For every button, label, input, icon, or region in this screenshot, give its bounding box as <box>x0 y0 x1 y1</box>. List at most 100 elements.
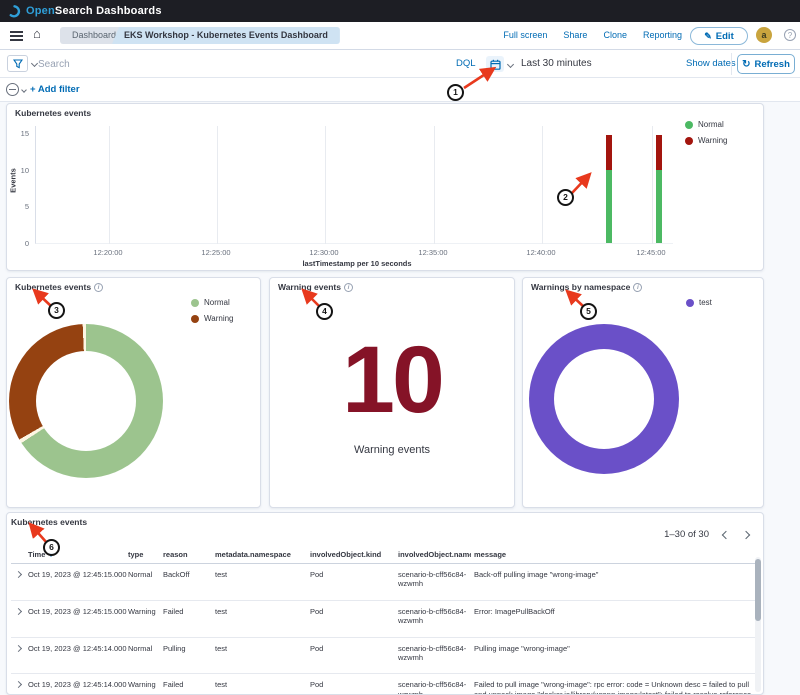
y-tick: 0 <box>13 239 29 248</box>
column-header-kind[interactable]: involvedObject.kind <box>307 547 395 564</box>
panel-warning-events-metric: Warning eventsi 10 Warning events <box>269 277 515 508</box>
saved-query-menu-button[interactable] <box>7 55 28 72</box>
table-row: Oct 19, 2023 @ 12:45:15.000 Warning Fail… <box>11 600 757 637</box>
info-icon[interactable]: i <box>344 283 353 292</box>
column-header-namespace[interactable]: metadata.namespace <box>212 547 307 564</box>
scrollbar-thumb[interactable] <box>755 559 761 621</box>
home-icon[interactable]: ⌂ <box>33 26 41 41</box>
bar-segment-warning <box>606 135 612 170</box>
legend-dot <box>685 121 693 129</box>
info-icon[interactable]: i <box>94 283 103 292</box>
x-tick: 12:25:00 <box>201 248 230 257</box>
calendar-glyph-icon <box>490 59 501 70</box>
nav-bar: ⌂ Dashboard EKS Workshop - Kubernetes Ev… <box>0 22 800 50</box>
chevron-down-icon[interactable] <box>507 61 514 68</box>
bar-segment-normal <box>606 170 612 243</box>
legend-dot <box>686 299 694 307</box>
legend-item-test[interactable]: test <box>686 298 712 307</box>
search-input[interactable] <box>38 54 438 74</box>
metric-label: Warning events <box>270 444 514 456</box>
filter-bar: + Add filter <box>0 78 800 102</box>
app-title: OpenSearch Dashboards <box>26 5 162 17</box>
table-header-row: Time type reason metadata.namespace invo… <box>11 547 757 564</box>
clone-link[interactable]: Clone <box>603 30 627 40</box>
gridline <box>217 126 218 244</box>
show-dates-link[interactable]: Show dates <box>686 58 736 69</box>
reporting-link[interactable]: Reporting <box>643 30 682 40</box>
column-header-name[interactable]: involvedObject.name <box>395 547 471 564</box>
legend-dot <box>191 299 199 307</box>
query-bar: DQL Last 30 minutes Show dates <box>0 50 800 78</box>
expand-row-icon[interactable] <box>15 681 22 688</box>
gridline <box>325 126 326 244</box>
legend-item-normal[interactable]: Normal <box>685 120 728 129</box>
bar-segment-normal <box>656 170 662 243</box>
dql-button[interactable]: DQL <box>456 58 476 69</box>
donut-chart-events[interactable] <box>9 324 163 478</box>
donut-chart-namespaces[interactable] <box>529 324 679 474</box>
chart-plot-area <box>35 126 673 244</box>
panel-kubernetes-events-histogram: Kubernetes events Events 15 10 5 0 12:20… <box>6 103 764 271</box>
x-tick: 12:40:00 <box>526 248 555 257</box>
next-page-icon[interactable] <box>742 530 750 538</box>
opensearch-logo-icon <box>8 5 21 18</box>
legend-item-warning[interactable]: Warning <box>191 314 234 323</box>
panel-warnings-by-namespace-donut: Warnings by namespacei test <box>522 277 764 508</box>
x-tick: 12:35:00 <box>418 248 447 257</box>
legend-item-normal[interactable]: Normal <box>191 298 234 307</box>
add-filter-link[interactable]: + Add filter <box>30 84 80 95</box>
refresh-button[interactable]: ↻ Refresh <box>737 54 795 74</box>
edit-button[interactable]: ✎ Edit <box>690 27 748 45</box>
panel-title: Kubernetes events <box>15 108 91 118</box>
share-link[interactable]: Share <box>563 30 587 40</box>
gridline <box>434 126 435 244</box>
info-icon[interactable]: i <box>633 283 642 292</box>
previous-page-icon[interactable] <box>722 530 730 538</box>
avatar[interactable]: a <box>756 27 772 43</box>
table-row: Oct 19, 2023 @ 12:45:15.000 Normal BackO… <box>11 564 757 601</box>
filter-options-icon[interactable] <box>6 83 19 96</box>
help-icon[interactable]: ? <box>784 29 796 41</box>
expand-row-icon[interactable] <box>15 644 22 651</box>
bar-segment-warning <box>656 135 662 170</box>
x-axis-title: lastTimestamp per 10 seconds <box>207 259 507 268</box>
expand-row-icon[interactable] <box>15 608 22 615</box>
calendar-icon[interactable] <box>486 56 504 72</box>
column-header-time[interactable]: Time <box>25 547 125 564</box>
y-tick: 5 <box>13 202 29 211</box>
annotation-1: 1 <box>447 84 464 101</box>
events-table: Time type reason metadata.namespace invo… <box>11 547 757 695</box>
panel-title: Warnings by namespacei <box>531 282 642 292</box>
legend-dot <box>685 137 693 145</box>
annotation-2: 2 <box>557 189 574 206</box>
column-header-reason[interactable]: reason <box>160 547 212 564</box>
gridline <box>652 126 653 244</box>
chevron-down-icon[interactable] <box>31 60 38 67</box>
x-tick: 12:45:00 <box>636 248 665 257</box>
menu-icon[interactable] <box>10 31 23 41</box>
y-tick: 10 <box>13 166 29 175</box>
column-header-message[interactable]: message <box>471 547 757 564</box>
pencil-icon: ✎ <box>704 31 712 42</box>
chevron-down-icon <box>21 87 27 93</box>
filter-funnel-icon <box>13 59 23 69</box>
table-row: Oct 19, 2023 @ 12:45:14.000 Warning Fail… <box>11 674 757 695</box>
pagination: 1–30 of 30 <box>664 529 749 540</box>
expand-row-icon[interactable] <box>15 571 22 578</box>
refresh-icon: ↻ <box>742 59 750 70</box>
column-header-type[interactable]: type <box>125 547 160 564</box>
legend-item-warning[interactable]: Warning <box>685 136 728 145</box>
annotation-3: 3 <box>48 302 65 319</box>
panel-kubernetes-events-table: Kubernetes events 1–30 of 30 Time type r… <box>6 512 764 695</box>
full-screen-link[interactable]: Full screen <box>503 30 547 40</box>
panel-kubernetes-events-donut: Kubernetes eventsi Normal Warning <box>6 277 261 508</box>
time-range-value[interactable]: Last 30 minutes <box>521 58 592 69</box>
table-scrollbar <box>755 557 761 692</box>
annotation-5: 5 <box>580 303 597 320</box>
pagination-range: 1–30 of 30 <box>664 529 709 540</box>
y-tick: 15 <box>13 129 29 138</box>
annotation-6: 6 <box>43 539 60 556</box>
app-header: OpenSearch Dashboards <box>0 0 800 22</box>
breadcrumb-current[interactable]: EKS Workshop - Kubernetes Events Dashboa… <box>112 27 340 44</box>
panel-title: Kubernetes events <box>11 517 87 527</box>
